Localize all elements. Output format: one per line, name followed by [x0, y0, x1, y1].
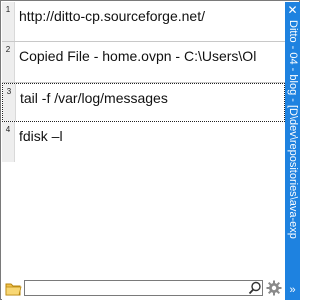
clip-index: 1: [2, 2, 15, 41]
folder-icon[interactable]: [5, 281, 22, 296]
window-title: Ditto - 04 - blog - [D\dev\repositories\…: [285, 20, 300, 280]
clip-index: 2: [2, 42, 15, 82]
ditto-window: 1 http://ditto-cp.sourceforge.net/ 2 Cop…: [0, 0, 300, 300]
search-input[interactable]: [26, 281, 250, 295]
list-item[interactable]: 4 fdisk –l: [2, 122, 285, 162]
bottom-toolbar: [2, 277, 285, 300]
search-icon[interactable]: [248, 281, 262, 295]
clip-text: Copied File - home.ovpn - C:\Users\Ol: [19, 48, 257, 64]
clip-list[interactable]: 1 http://ditto-cp.sourceforge.net/ 2 Cop…: [2, 2, 285, 276]
clip-text: http://ditto-cp.sourceforge.net/: [19, 8, 205, 24]
clip-index: 3: [3, 84, 16, 121]
expand-icon[interactable]: »: [285, 282, 300, 298]
window-title-text: Ditto - 04 - blog - [D\dev\repositories\…: [287, 20, 299, 239]
clip-text: tail -f /var/log/messages: [20, 90, 168, 106]
search-box: [24, 280, 263, 296]
clip-index: 4: [2, 122, 15, 162]
list-item-selected[interactable]: 3 tail -f /var/log/messages: [2, 83, 285, 122]
list-item[interactable]: 1 http://ditto-cp.sourceforge.net/: [2, 2, 285, 42]
gear-icon[interactable]: [266, 280, 282, 296]
title-sidebar[interactable]: ✕ Ditto - 04 - blog - [D\dev\repositorie…: [285, 2, 300, 300]
clip-text: fdisk –l: [19, 128, 63, 144]
close-icon[interactable]: ✕: [285, 3, 300, 17]
list-item[interactable]: 2 Copied File - home.ovpn - C:\Users\Ol: [2, 42, 285, 83]
